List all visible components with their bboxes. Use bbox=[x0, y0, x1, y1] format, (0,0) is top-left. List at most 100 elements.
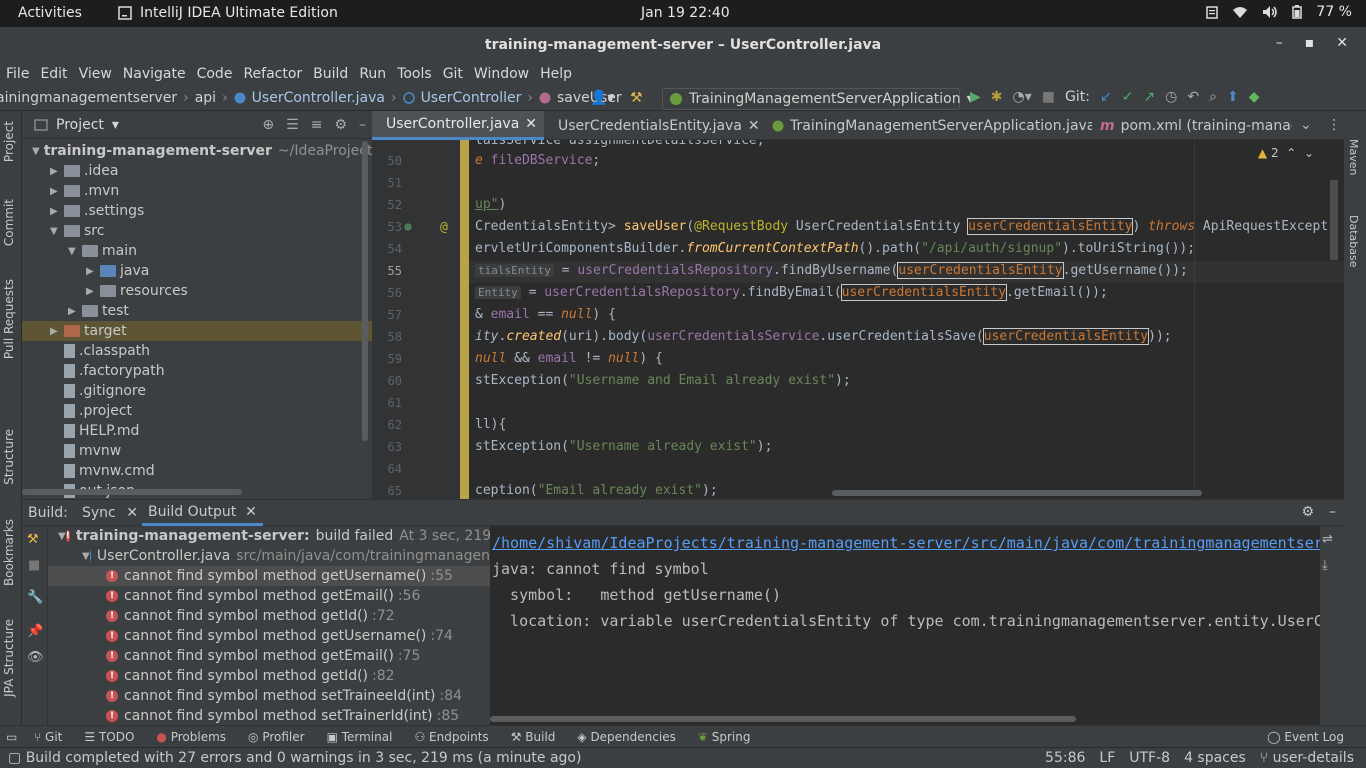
hammer-icon[interactable]: ⚒ bbox=[630, 90, 643, 106]
user-icon[interactable]: 👤▾ bbox=[590, 90, 614, 106]
run-configuration-select[interactable]: TrainingManagementServerApplication ▾ bbox=[662, 88, 974, 110]
pull-requests-tool-button[interactable]: Pull Requests bbox=[2, 279, 16, 359]
error-file-link[interactable]: /home/shivam/IdeaProjects/training-manag… bbox=[492, 530, 1320, 556]
code-editor[interactable]: 50 51 52 53 54 55 56 57 58 59 60 61 62 63 64 65 ▲ 2 ⌃ ⌄… bbox=[372, 140, 1344, 499]
battery-icon[interactable] bbox=[1292, 4, 1303, 20]
build-message-row[interactable]: ▼ UserController.java src/main/java/com/tr… bbox=[48, 546, 490, 566]
build-message-row[interactable]: ! cannot find symbol method setTraineeId(… bbox=[48, 686, 490, 706]
search-icon[interactable]: ⌕ bbox=[1209, 89, 1217, 105]
git-branch-widget[interactable]: ⑂ user-details bbox=[1260, 750, 1354, 766]
menu-build[interactable]: Build bbox=[313, 63, 355, 87]
tree-item[interactable]: mvnw bbox=[22, 441, 372, 461]
build-message-row[interactable]: ! cannot find symbol method getUsername()… bbox=[48, 566, 490, 586]
eye-icon[interactable]: 👁 bbox=[27, 650, 44, 665]
collapse-all-icon[interactable]: ≡ bbox=[311, 117, 323, 133]
inspection-widget[interactable]: ▲ 2 ⌃ ⌄ bbox=[1258, 146, 1314, 160]
jetbrains-icon[interactable]: ◆ bbox=[1249, 89, 1260, 105]
gear-icon[interactable]: ⚙ bbox=[334, 117, 347, 133]
hide-icon[interactable]: – bbox=[1329, 504, 1336, 520]
event-log-button[interactable]: ◯ Event Log bbox=[1267, 730, 1344, 744]
run-icon[interactable]: ▶ bbox=[970, 89, 981, 105]
spring-mapping-icon[interactable]: ⊛ bbox=[404, 220, 412, 235]
endpoints-tool-button[interactable]: ⚇ Endpoints bbox=[414, 730, 488, 744]
tree-item[interactable]: .gitignore bbox=[22, 381, 372, 401]
close-icon[interactable]: ✕ bbox=[748, 118, 760, 134]
tab-user-controller[interactable]: UserController.java ✕ bbox=[372, 111, 544, 140]
close-icon[interactable]: ✕ bbox=[236, 504, 257, 520]
spring-tool-button[interactable]: ❦ Spring bbox=[698, 730, 751, 744]
breadcrumb-file[interactable]: UserController.java bbox=[252, 90, 385, 106]
menu-help[interactable]: Help bbox=[540, 63, 579, 87]
menu-view[interactable]: View bbox=[79, 63, 119, 87]
build-message-row[interactable]: ! cannot find symbol method getEmail():75 bbox=[48, 646, 490, 666]
expand-all-icon[interactable]: ☰ bbox=[286, 117, 299, 133]
tree-item[interactable]: .project bbox=[22, 401, 372, 421]
tree-item[interactable]: ▶ .settings bbox=[22, 201, 372, 221]
git-update-icon[interactable]: ↙ bbox=[1100, 89, 1112, 105]
chevron-down-icon[interactable]: ⌄ bbox=[1300, 117, 1312, 133]
tab-sync[interactable]: Sync ✕ bbox=[76, 500, 144, 526]
coverage-icon[interactable]: ◔▾ bbox=[1013, 89, 1032, 105]
clipboard-icon[interactable] bbox=[1206, 4, 1219, 20]
vertical-scrollbar[interactable] bbox=[1330, 180, 1338, 260]
scroll-to-end-icon[interactable]: ⤓ bbox=[1322, 558, 1328, 573]
project-panel-title[interactable]: Project bbox=[56, 117, 104, 133]
tree-item[interactable]: .classpath bbox=[22, 341, 372, 361]
chevron-down-icon[interactable]: ▼ bbox=[58, 531, 66, 542]
build-message-row[interactable]: ! cannot find symbol method getId():72 bbox=[48, 606, 490, 626]
activities-button[interactable]: Activities bbox=[18, 5, 82, 21]
history-icon[interactable]: ◷ bbox=[1165, 89, 1177, 105]
maximize-icon[interactable]: ▪ bbox=[1305, 35, 1315, 51]
more-icon[interactable]: ⋮ bbox=[1327, 117, 1341, 133]
build-message-row[interactable]: ▼! training-management-server: build faile… bbox=[48, 526, 490, 546]
menu-file[interactable]: File bbox=[6, 63, 36, 87]
chevron-down-icon[interactable]: ▼ bbox=[82, 551, 90, 562]
chevron-right-icon[interactable]: ▶ bbox=[68, 306, 82, 317]
app-menu[interactable]: IntelliJ IDEA Ultimate Edition bbox=[118, 5, 338, 21]
rollback-icon[interactable]: ↶ bbox=[1187, 89, 1199, 105]
chevron-right-icon[interactable]: ▶ bbox=[86, 266, 100, 277]
chevron-right-icon[interactable]: ▶ bbox=[50, 206, 64, 217]
build-message-row[interactable]: ! cannot find symbol method setTrainerId(… bbox=[48, 706, 490, 726]
horizontal-scrollbar[interactable] bbox=[832, 490, 1202, 496]
todo-tool-button[interactable]: ☰ TODO bbox=[84, 730, 134, 744]
structure-tool-button[interactable]: Structure bbox=[2, 429, 16, 485]
tree-item[interactable]: ▶ .idea bbox=[22, 161, 372, 181]
profiler-tool-button[interactable]: ◎ Profiler bbox=[248, 730, 305, 744]
stop-icon[interactable]: ■ bbox=[1042, 89, 1055, 105]
hammer-icon[interactable]: ⚒ bbox=[27, 532, 39, 547]
build-message-row[interactable]: ! cannot find symbol method getEmail():56 bbox=[48, 586, 490, 606]
tree-item[interactable]: ▶ .mvn bbox=[22, 181, 372, 201]
file-encoding[interactable]: UTF-8 bbox=[1129, 750, 1170, 766]
close-icon[interactable]: ✕ bbox=[122, 505, 138, 521]
wrench-icon[interactable]: 🔧 bbox=[27, 590, 43, 605]
database-tool-button[interactable]: Database bbox=[1347, 215, 1360, 268]
chevron-down-icon[interactable]: ▾ bbox=[112, 117, 119, 133]
menu-refactor[interactable]: Refactor bbox=[243, 63, 309, 87]
indent-setting[interactable]: 4 spaces bbox=[1184, 750, 1246, 766]
breadcrumb-class[interactable]: UserController bbox=[421, 90, 522, 106]
clock[interactable]: Jan 19 22:40 bbox=[641, 5, 730, 21]
horizontal-scrollbar[interactable] bbox=[490, 716, 1076, 722]
locate-icon[interactable]: ⊕ bbox=[262, 117, 274, 133]
tab-user-credentials-entity[interactable]: UserCredentialsEntity.java ✕ bbox=[544, 111, 764, 140]
dependencies-tool-button[interactable]: ◈ Dependencies bbox=[577, 730, 675, 744]
chevron-down-icon[interactable]: ▼ bbox=[68, 246, 82, 257]
breadcrumb-api[interactable]: api bbox=[195, 90, 216, 106]
volume-icon[interactable] bbox=[1262, 4, 1278, 20]
close-icon[interactable]: ✕ bbox=[525, 116, 537, 132]
tab-application[interactable]: TrainingManagementServerApplication.java… bbox=[764, 111, 1092, 140]
chevron-down-icon[interactable]: ▼ bbox=[50, 226, 64, 237]
build-message-row[interactable]: ! cannot find symbol method getId():82 bbox=[48, 666, 490, 686]
debug-icon[interactable]: ✱ bbox=[991, 89, 1003, 105]
minimize-icon[interactable]: – bbox=[1276, 35, 1283, 51]
menu-edit[interactable]: Edit bbox=[40, 63, 74, 87]
horizontal-scrollbar[interactable] bbox=[22, 489, 242, 495]
tree-item[interactable]: ▶ java bbox=[22, 261, 372, 281]
terminal-tool-button[interactable]: ▣ Terminal bbox=[327, 730, 393, 744]
close-icon[interactable]: ✕ bbox=[1336, 35, 1348, 51]
status-message[interactable]: ▢ Build completed with 27 errors and 0 w… bbox=[8, 750, 581, 766]
git-push-icon[interactable]: ↗ bbox=[1143, 89, 1155, 105]
build-output-console[interactable]: /home/shivam/IdeaProjects/training-manag… bbox=[490, 526, 1320, 726]
build-message-row[interactable]: ! cannot find symbol method getUsername()… bbox=[48, 626, 490, 646]
